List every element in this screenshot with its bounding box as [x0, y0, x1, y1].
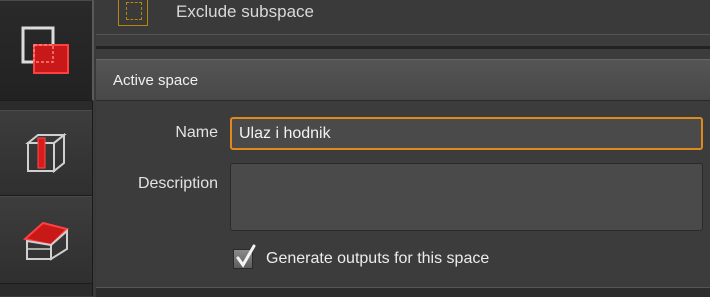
exclude-subspace-icon	[20, 25, 72, 77]
tool-exclude-subspace[interactable]	[0, 0, 94, 101]
description-field[interactable]	[230, 163, 703, 231]
tool-strip	[0, 0, 94, 296]
exclude-subspace-row-icon	[118, 0, 148, 26]
name-label: Name	[175, 124, 218, 141]
active-space-header[interactable]: Active space	[96, 59, 710, 101]
section-title: Active space	[113, 72, 199, 89]
tool-roof-space[interactable]	[0, 196, 92, 284]
generate-outputs-checkbox[interactable]	[233, 244, 256, 269]
space-box-icon	[22, 129, 70, 177]
description-label: Description	[137, 175, 218, 192]
name-field[interactable]	[230, 117, 703, 150]
generate-outputs-label[interactable]: Generate outputs for this space	[266, 250, 489, 268]
tool-space[interactable]	[0, 110, 92, 196]
checkmark-icon	[236, 244, 256, 268]
exclude-subspace-label: Exclude subspace	[176, 2, 314, 21]
divider	[96, 46, 710, 49]
roof-box-icon	[21, 215, 71, 265]
exclude-subspace-row[interactable]: Exclude subspace	[96, 0, 710, 35]
properties-panel: Exclude subspace Active space Name Descr…	[96, 0, 710, 297]
